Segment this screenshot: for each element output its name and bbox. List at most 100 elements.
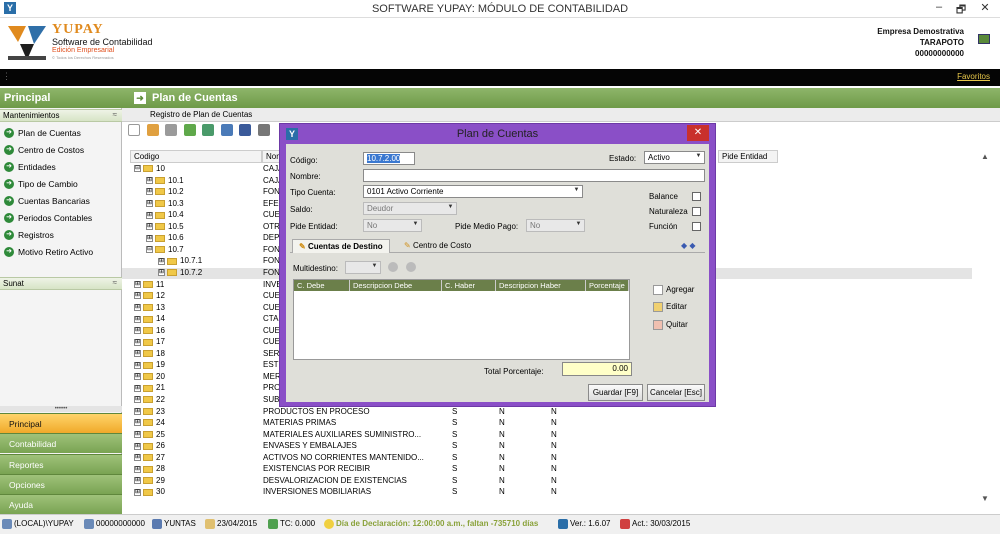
tree-row[interactable]: ⊞ 23 PRODUCTOS EN PROCESO S N N: [122, 407, 972, 418]
scroll-up-icon[interactable]: ▲: [981, 152, 989, 161]
tree-node[interactable]: ⊞ 11: [134, 280, 164, 289]
multidestino-select[interactable]: ▼: [345, 261, 381, 274]
tipo-cuenta-select[interactable]: 0101 Activo Corriente ▼: [363, 185, 583, 198]
splitter-grip[interactable]: ••••••: [0, 406, 122, 412]
expand-toggle-icon[interactable]: ⊞: [146, 188, 153, 196]
expand-toggle-icon[interactable]: ⊞: [134, 396, 141, 404]
tree-node[interactable]: ⊞ 10.4: [146, 210, 184, 219]
tree-node[interactable]: ⊞ 10.1: [146, 176, 184, 185]
tree-node[interactable]: ⊞ 19: [134, 360, 165, 369]
sidebar-item-periodos-contables[interactable]: ➜ Periodos Contables: [0, 210, 122, 226]
add-circle-icon[interactable]: [388, 262, 398, 272]
dialog-close-button[interactable]: ✕: [687, 125, 709, 141]
company-switch-icon[interactable]: [978, 34, 990, 44]
tree-node[interactable]: ⊞ 10.7.1: [158, 256, 202, 265]
sidebar-item-plan-de-cuentas[interactable]: ➜ Plan de Cuentas: [0, 125, 122, 141]
sidebar-item-entidades[interactable]: ➜ Entidades: [0, 159, 122, 175]
scroll-down-icon[interactable]: ▼: [981, 494, 989, 503]
sidebar-item-cuentas-bancarias[interactable]: ➜ Cuentas Bancarias: [0, 193, 122, 209]
tree-row[interactable]: ⊞ 30 INVERSIONES MOBILIARIAS S N N: [122, 487, 972, 498]
expand-icon[interactable]: ≈: [113, 278, 117, 287]
tab-cuentas-de-destino[interactable]: ✎ Cuentas de Destino: [292, 239, 390, 253]
copy-icon[interactable]: [202, 124, 215, 136]
balance-checkbox[interactable]: [692, 192, 701, 201]
expand-toggle-icon[interactable]: ⊞: [134, 477, 141, 485]
tree-node[interactable]: ⊞ 10.6: [146, 233, 184, 242]
expand-toggle-icon[interactable]: ⊞: [134, 350, 141, 358]
expand-toggle-icon[interactable]: ⊞: [146, 176, 153, 184]
tab-scroll-icon[interactable]: ◆ ◆: [681, 241, 696, 250]
sidebar-section-mantenimientos[interactable]: Mantenimientos ≈: [0, 109, 122, 122]
editar-button[interactable]: Editar: [653, 302, 687, 312]
tree-node[interactable]: ⊞ 28: [134, 464, 165, 473]
guardar-button[interactable]: Guardar [F9]: [588, 384, 643, 401]
tree-row[interactable]: ⊞ 27 ACTIVOS NO CORRIENTES MANTENIDO... S N N: [122, 453, 972, 464]
expand-toggle-icon[interactable]: ⊞: [134, 454, 141, 462]
module-button-contabilidad[interactable]: Contabilidad: [0, 433, 122, 453]
tree-node[interactable]: ⊞ 24: [134, 418, 165, 427]
tree-node[interactable]: ⊞ 10.5: [146, 222, 184, 231]
tree-row[interactable]: ⊞ 25 MATERIALES AUXILIARES SUMINISTRO... S N…: [122, 430, 972, 441]
tab-centro-de-costo[interactable]: ✎ Centro de Costo: [398, 239, 477, 253]
expand-toggle-icon[interactable]: ⊟: [134, 165, 141, 173]
expand-toggle-icon[interactable]: ⊞: [134, 431, 141, 439]
tree-node[interactable]: ⊞ 18: [134, 349, 165, 358]
tree-node[interactable]: ⊟ 10.7: [146, 245, 184, 254]
nombre-field[interactable]: [363, 169, 705, 182]
expand-toggle-icon[interactable]: ⊞: [134, 419, 141, 427]
column-header-descripcion-debe[interactable]: Descripcion Debe: [350, 280, 442, 291]
expand-toggle-icon[interactable]: ⊞: [134, 465, 141, 473]
expand-toggle-icon[interactable]: ⊞: [134, 407, 141, 415]
delete-icon[interactable]: [165, 124, 178, 136]
column-header-pide-entidad[interactable]: Pide Entidad: [718, 150, 778, 163]
column-header-c-haber[interactable]: C. Haber: [442, 280, 496, 291]
sidebar-item-motivo-retiro-activo[interactable]: ➜ Motivo Retiro Activo: [0, 244, 122, 260]
tree-node[interactable]: ⊞ 10.3: [146, 199, 184, 208]
sidebar-item-registros[interactable]: ➜ Registros: [0, 227, 122, 243]
export-icon[interactable]: [220, 124, 233, 136]
funcion-checkbox[interactable]: [692, 222, 701, 231]
tree-node[interactable]: ⊞ 23: [134, 407, 165, 416]
expand-toggle-icon[interactable]: ⊞: [146, 200, 153, 208]
module-button-ayuda[interactable]: Ayuda: [0, 494, 122, 514]
column-header-descripcion-haber[interactable]: Descripcion Haber: [496, 280, 586, 291]
expand-toggle-icon[interactable]: ⊞: [134, 384, 141, 392]
tree-node[interactable]: ⊞ 22: [134, 395, 165, 404]
expand-toggle-icon[interactable]: ⊞: [134, 488, 141, 496]
expand-toggle-icon[interactable]: ⊞: [134, 373, 141, 381]
tree-node[interactable]: ⊞ 10.2: [146, 187, 184, 196]
column-header-c-debe[interactable]: C. Debe: [294, 280, 350, 291]
tree-node[interactable]: ⊞ 17: [134, 337, 165, 346]
quitar-button[interactable]: Quitar: [653, 320, 688, 330]
tree-row[interactable]: ⊞ 29 DESVALORIZACION DE EXISTENCIAS S N N: [122, 476, 972, 487]
expand-toggle-icon[interactable]: ⊞: [134, 292, 141, 300]
tree-node[interactable]: ⊞ 21: [134, 383, 165, 392]
destino-grid[interactable]: C. Debe Descripcion Debe C. Haber Descri…: [293, 279, 630, 360]
tree-node[interactable]: ⊞ 20: [134, 372, 165, 381]
expand-toggle-icon[interactable]: ⊞: [158, 257, 165, 265]
estado-select[interactable]: Activo ▼: [644, 151, 705, 164]
add-icon[interactable]: [183, 124, 196, 136]
print-icon[interactable]: [257, 124, 270, 136]
expand-toggle-icon[interactable]: ⊞: [134, 303, 141, 311]
tree-row[interactable]: ⊞ 28 EXISTENCIAS POR RECIBIR S N N: [122, 464, 972, 475]
expand-toggle-icon[interactable]: ⊞: [134, 361, 141, 369]
remove-circle-icon[interactable]: [406, 262, 416, 272]
sidebar-section-sunat[interactable]: Sunat ≈: [0, 277, 122, 290]
save-icon[interactable]: [239, 124, 252, 136]
close-window-button[interactable]: ✕: [974, 1, 996, 14]
expand-toggle-icon[interactable]: ⊞: [158, 269, 165, 277]
tree-node[interactable]: ⊞ 30: [134, 487, 165, 496]
expand-toggle-icon[interactable]: ⊟: [146, 246, 153, 254]
tree-node[interactable]: ⊞ 16: [134, 326, 165, 335]
naturaleza-checkbox[interactable]: [692, 207, 701, 216]
module-button-reportes[interactable]: Reportes: [0, 454, 122, 474]
expand-toggle-icon[interactable]: ⊞: [146, 211, 153, 219]
tree-node[interactable]: ⊞ 27: [134, 453, 165, 462]
pide-entidad-select[interactable]: No ▼: [363, 219, 422, 232]
tree-node[interactable]: ⊞ 12: [134, 291, 165, 300]
tree-node[interactable]: ⊞ 13: [134, 303, 165, 312]
agregar-button[interactable]: Agregar: [653, 285, 694, 295]
saldo-select[interactable]: Deudor ▼: [363, 202, 457, 215]
sidebar-item-centro-de-costos[interactable]: ➜ Centro de Costos: [0, 142, 122, 158]
